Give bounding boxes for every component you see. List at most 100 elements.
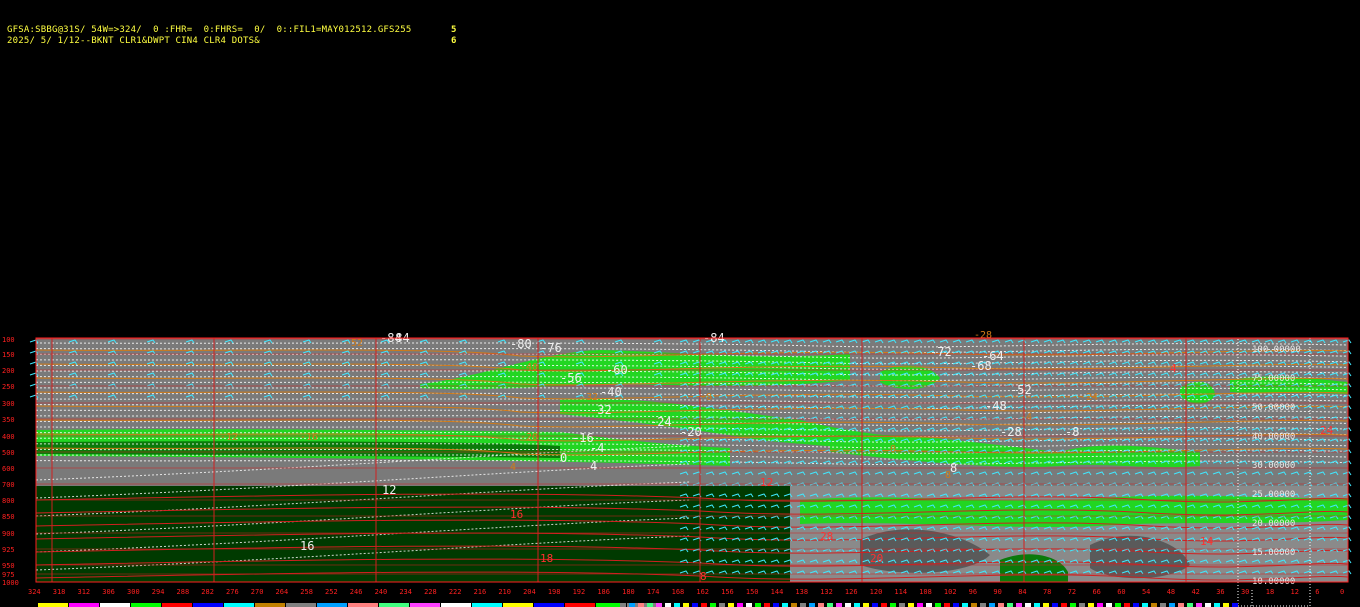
x-tick-label: 246 [350, 588, 363, 596]
white-contour-label: -40 [600, 385, 622, 399]
color-bar-segment [647, 603, 653, 607]
color-bar-segment [1007, 603, 1013, 607]
y-tick-label: 925 [2, 546, 15, 554]
right-scale-label: 40.00000 [1252, 432, 1295, 442]
color-bar-segment [1169, 603, 1175, 607]
color-bar-segment [998, 603, 1004, 607]
color-bar-segment [719, 603, 725, 607]
white-contour-label: -20 [680, 425, 702, 439]
color-bar-segment [773, 603, 779, 607]
x-tick-label: 174 [647, 588, 660, 596]
color-bar-segment [1142, 603, 1148, 607]
x-tick-label: 276 [226, 588, 239, 596]
x-tick-label: 108 [919, 588, 932, 596]
color-bar-segment [692, 603, 698, 607]
color-bar-segment [629, 603, 635, 607]
y-tick-label: 1000 [2, 579, 19, 587]
right-scale-label: 50.00000 [1252, 403, 1295, 413]
color-bar-segment [980, 603, 986, 607]
color-bar-segment [317, 603, 347, 607]
field-fills [36, 338, 1348, 582]
orange-contour-label: -12 [220, 432, 238, 443]
x-tick-label: 150 [746, 588, 759, 596]
y-tick-label: 800 [2, 497, 15, 505]
x-tick-label: 306 [102, 588, 115, 596]
white-contour-label: -32 [590, 403, 612, 417]
right-scale-label: 100.00000 [1252, 345, 1301, 355]
x-tick-label: 114 [894, 588, 907, 596]
color-bar-segment [701, 603, 707, 607]
color-bar-segment [1214, 603, 1220, 607]
color-bar-segment [764, 603, 770, 607]
color-bar-segment [1232, 603, 1238, 607]
x-tick-label: 96 [969, 588, 977, 596]
x-tick-label: 156 [721, 588, 734, 596]
x-tick-label: 216 [474, 588, 487, 596]
x-tick-label: 282 [201, 588, 214, 596]
white-contour-label: -64 [982, 349, 1004, 363]
color-bar-segment [683, 603, 689, 607]
color-bar-segment [100, 603, 130, 607]
x-tick-label: 84 [1018, 588, 1026, 596]
color-bar-segment [782, 603, 788, 607]
color-bar-segment [1133, 603, 1139, 607]
color-bar-segment [1196, 603, 1202, 607]
y-tick-label: 300 [2, 400, 15, 408]
white-contour-label: -4 [590, 441, 604, 455]
orange-contour-label: 4 [510, 462, 516, 473]
color-bar-segment [1016, 603, 1022, 607]
y-tick-label: 200 [2, 367, 15, 375]
color-bar-segment [908, 603, 914, 607]
x-tick-label: 60 [1117, 588, 1125, 596]
red-contour-label: 8 [700, 570, 707, 583]
color-bar-segment [286, 603, 316, 607]
color-bar-segment [899, 603, 905, 607]
x-tick-label: 126 [845, 588, 858, 596]
x-tick-label: 102 [944, 588, 957, 596]
right-scale-label: 30.00000 [1252, 461, 1295, 471]
right-scale-label: 20.00000 [1252, 519, 1295, 529]
color-bar-segment [224, 603, 254, 607]
color-bar-segment [503, 603, 533, 607]
cross-section-plot: 100.00000 75.00000 50.00000 40.00000 30.0000… [2, 330, 1352, 607]
color-bar-segment [1151, 603, 1157, 607]
color-bar-segment [746, 603, 752, 607]
x-tick-label: 294 [152, 588, 165, 596]
red-contour-label: 12 [760, 476, 773, 489]
y-tick-label: 600 [2, 465, 15, 473]
x-tick-label: 54 [1142, 588, 1150, 596]
y-tick-label: 150 [2, 351, 15, 359]
orange-contour-label: -24 [1080, 392, 1098, 403]
white-contour-label: -52 [1010, 383, 1032, 397]
x-tick-label: 72 [1068, 588, 1076, 596]
color-bar-segment [737, 603, 743, 607]
y-tick-label: 950 [2, 562, 15, 570]
x-tick-label: 252 [325, 588, 338, 596]
color-bar-segment [472, 603, 502, 607]
x-tick-label: 144 [771, 588, 784, 596]
color-bar-segment [962, 603, 968, 607]
color-bar-segment [827, 603, 833, 607]
color-bar-segment [131, 603, 161, 607]
white-contour-label: 12 [382, 483, 396, 497]
color-bar-segment [665, 603, 671, 607]
x-tick-label: 90 [993, 588, 1001, 596]
white-contour-label: 8 [950, 461, 957, 475]
color-bar-segment [69, 603, 99, 607]
color-bar-segment [728, 603, 734, 607]
color-bar-segment [1223, 603, 1229, 607]
color-bar-segment [818, 603, 824, 607]
color-bar-segment [348, 603, 378, 607]
color-bar [38, 603, 1238, 607]
color-bar-segment [638, 603, 644, 607]
x-tick-label: 168 [672, 588, 685, 596]
color-bar-segment [1097, 603, 1103, 607]
white-contour-label: -56 [560, 371, 582, 385]
white-contour-label: -24 [650, 415, 672, 429]
x-tick-label: 0 [1340, 588, 1344, 596]
white-contour-label: -80 [510, 337, 532, 351]
color-bar-segment [791, 603, 797, 607]
x-tick-label: 264 [276, 588, 289, 596]
color-bar-segment [1034, 603, 1040, 607]
color-bar-segment [620, 603, 626, 607]
